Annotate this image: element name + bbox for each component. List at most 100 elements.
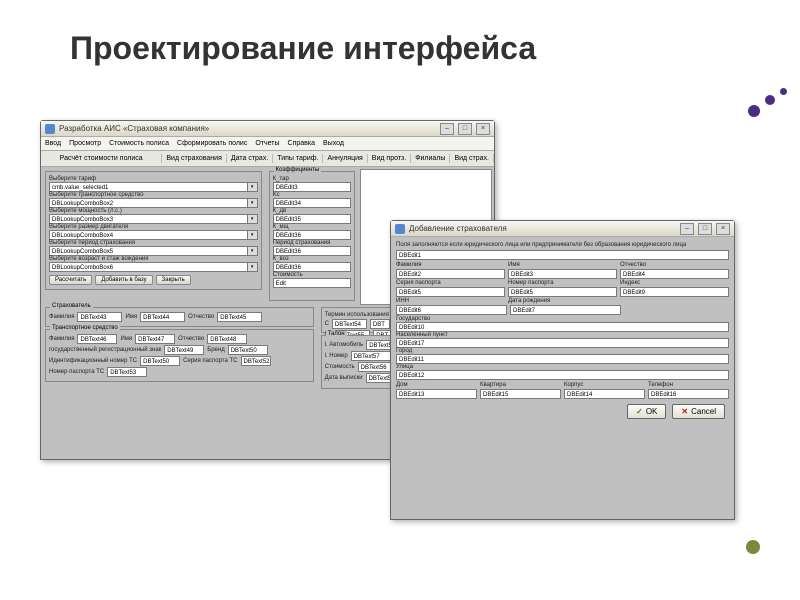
chevron-down-icon[interactable]: ▾ — [248, 230, 258, 240]
menu-item[interactable]: Сформировать полис — [177, 140, 247, 147]
menu-item[interactable]: Выход — [323, 140, 344, 147]
value: DBText43 — [77, 312, 122, 322]
period-combo[interactable]: DBLookupComboBox5▾ — [49, 246, 258, 256]
label: Номер паспорта — [508, 280, 617, 286]
age-combo[interactable]: DBLookupComboBox6▾ — [49, 262, 258, 272]
menu-item[interactable]: Просмотр — [69, 140, 101, 147]
chevron-down-icon[interactable]: ▾ — [248, 262, 258, 272]
house-input[interactable]: DBEdit13 — [396, 389, 477, 399]
ok-button[interactable]: ✓ OK — [627, 404, 666, 419]
value: DBText47 — [135, 334, 175, 344]
value: DBText49 — [164, 345, 204, 355]
menu-item[interactable]: Справка — [288, 140, 315, 147]
birthdate-input[interactable]: DBEdit7 — [510, 305, 621, 315]
org-input[interactable]: DBEdit1 — [396, 250, 729, 260]
label: Фамилия — [49, 314, 74, 320]
calc-button[interactable]: Рассчитать — [49, 275, 92, 285]
note-label: Поля заполняются если юридического лица … — [396, 242, 729, 248]
coeff-field: DBEdit34 — [273, 198, 351, 208]
decor-dot — [765, 95, 775, 105]
building-input[interactable]: DBEdit14 — [564, 389, 645, 399]
label: Телефон — [648, 382, 729, 388]
group-legend: Коэффициенты — [274, 167, 322, 173]
chevron-down-icon[interactable]: ▾ — [248, 214, 258, 224]
cancel-button[interactable]: ✕ Cancel — [672, 404, 725, 419]
country-input[interactable]: DBEdit10 — [396, 322, 729, 332]
label: государственный регистрационный знак — [49, 347, 161, 353]
patronymic-input[interactable]: DBEdit4 — [620, 269, 729, 279]
ts-combo[interactable]: DBLookupComboBox2▾ — [49, 198, 258, 208]
name-input[interactable]: DBEdit3 — [508, 269, 617, 279]
value: DBText45 — [217, 312, 262, 322]
close-icon[interactable]: × — [716, 223, 730, 235]
value: DBText50 — [140, 356, 180, 366]
minimize-icon[interactable]: – — [440, 123, 454, 135]
label: С — [325, 321, 329, 327]
add-insurer-window: Добавление страхователя – □ × Поля запол… — [390, 220, 735, 520]
passport-series-input[interactable]: DBEdit5 — [396, 287, 505, 297]
label: l. Номер — [325, 353, 348, 359]
app-icon — [395, 224, 405, 234]
decor-dot — [748, 105, 760, 117]
titlebar[interactable]: Добавление страхователя – □ × — [391, 221, 734, 237]
apartment-input[interactable]: DBEdit15 — [480, 389, 561, 399]
group-legend: Транспортное средство — [50, 325, 120, 331]
toolbar-button[interactable]: Типы тариф. — [273, 154, 323, 163]
toolbar-button[interactable]: Дата страх. — [227, 154, 273, 163]
toolbar-title: Расчёт стоимости полиса — [41, 154, 162, 163]
label: Идентификационный номер ТС — [49, 358, 137, 364]
engine-combo[interactable]: DBLookupComboBox4▾ — [49, 230, 258, 240]
city-input[interactable]: DBEdit11 — [396, 354, 729, 364]
label: Стоимость — [325, 364, 355, 370]
label: Серия паспорта ТС — [183, 358, 237, 364]
label: Имя — [125, 314, 137, 320]
chevron-down-icon[interactable]: ▾ — [248, 246, 258, 256]
minimize-icon[interactable]: – — [680, 223, 694, 235]
value: DBText52 — [241, 356, 271, 366]
power-combo[interactable]: DBLookupComboBox3▾ — [49, 214, 258, 224]
toolbar-button[interactable]: Вид страхования — [162, 154, 227, 163]
chevron-down-icon[interactable]: ▾ — [248, 182, 258, 192]
coeff-field: DBEdit36 — [273, 230, 351, 240]
value: DBText44 — [140, 312, 185, 322]
passport-number-input[interactable]: DBEdit5 — [508, 287, 617, 297]
toolbar-button[interactable]: Филиалы — [411, 154, 450, 163]
maximize-icon[interactable]: □ — [458, 123, 472, 135]
label: Имя — [508, 262, 617, 268]
chevron-down-icon[interactable]: ▾ — [248, 198, 258, 208]
close-button[interactable]: Закрыть — [156, 275, 191, 285]
menu-item[interactable]: Ввод — [45, 140, 61, 147]
decor-dot — [746, 540, 760, 554]
label: l. Автомобиль — [325, 342, 364, 348]
value: DBText53 — [107, 367, 147, 377]
street-input[interactable]: DBEdit12 — [396, 370, 729, 380]
coeff-field: DBEdit36 — [273, 246, 351, 256]
titlebar[interactable]: Разработка АИС «Страховая компания» – □ … — [41, 121, 494, 137]
decor-dot — [780, 88, 787, 95]
tarif-combo[interactable]: cmb.value_selected1▾ — [49, 182, 258, 192]
label: Серия паспорта — [396, 280, 505, 286]
add-button[interactable]: Добавить в базу — [95, 275, 152, 285]
cancel-label: Cancel — [691, 407, 716, 416]
window-content: Поля заполняются если юридического лица … — [391, 237, 734, 519]
label: Отчество — [620, 262, 729, 268]
label: Индекс — [620, 280, 729, 286]
menu-item[interactable]: Отчеты — [255, 140, 279, 147]
value: DBText54 — [332, 319, 367, 329]
ok-label: OK — [646, 407, 658, 416]
phone-input[interactable]: DBEdit16 — [648, 389, 729, 399]
toolbar-button[interactable]: Аннуляция — [323, 154, 367, 163]
toolbar-button[interactable]: Вид протз. — [368, 154, 411, 163]
surname-input[interactable]: DBEdit2 — [396, 269, 505, 279]
value: DBText48 — [207, 334, 247, 344]
locality-input[interactable]: DBEdit17 — [396, 338, 729, 348]
label: Номер паспорта ТС — [49, 369, 104, 375]
inn-input[interactable]: DBEdit6 — [396, 305, 507, 315]
index-input[interactable]: DBEdit9 — [620, 287, 729, 297]
toolbar-button[interactable]: Вид страх. — [450, 154, 494, 163]
menubar: Ввод Просмотр Стоимость полиса Сформиров… — [41, 137, 494, 151]
menu-item[interactable]: Стоимость полиса — [109, 140, 169, 147]
insurer-group: Страхователь Фамилия DBText43 Имя DBText… — [45, 307, 314, 327]
close-icon[interactable]: × — [476, 123, 490, 135]
maximize-icon[interactable]: □ — [698, 223, 712, 235]
